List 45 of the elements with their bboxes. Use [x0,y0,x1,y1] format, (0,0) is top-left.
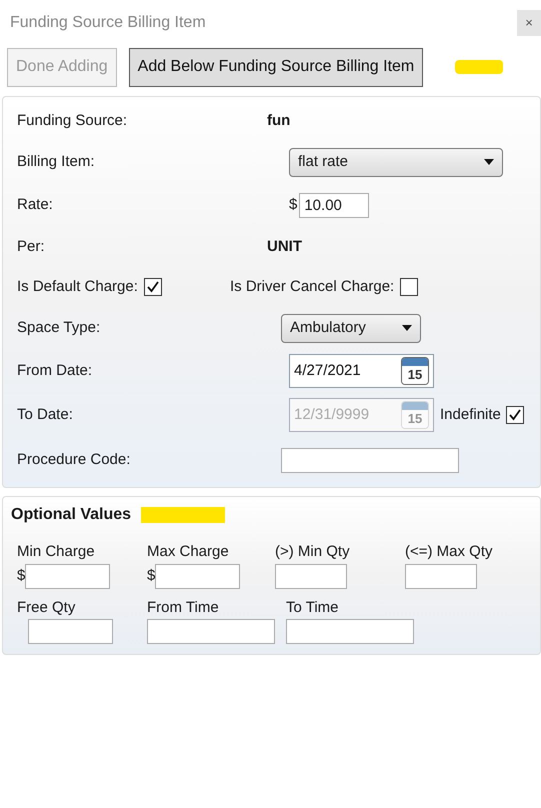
input-field[interactable] [155,564,240,588]
input-field[interactable] [405,564,477,588]
input-field[interactable] [25,564,110,588]
highlight-mark [455,60,504,74]
input-field[interactable] [275,564,347,588]
calendar-icon[interactable]: 15 [401,357,429,385]
field-label: Min Charge [17,542,96,562]
input-field[interactable] [147,619,275,644]
currency-sign: $ [289,194,298,215]
procedure-code-field[interactable] [281,448,459,472]
field-label: Space Type: [17,318,102,338]
field-label: Rate: [17,194,54,215]
field-value: UNIT [267,236,302,257]
field-label: Is Default Charge: [17,276,138,297]
section-title: Optional Values [11,505,132,525]
checkbox[interactable] [144,278,162,296]
checkbox[interactable] [400,278,418,296]
caret-icon [484,159,494,165]
field-label: Max Charge [147,542,230,562]
caret-icon [402,325,412,331]
field-label: To Date: [17,404,74,425]
rate-field[interactable]: 10.00 [299,192,370,218]
field-label: From Date: [17,360,94,381]
field-label: To Time [286,598,340,618]
input-field[interactable] [286,619,414,644]
field-label: (>) Min Qty [275,542,351,562]
currency-sign: $ [147,566,156,586]
field-label: Billing Item: [17,152,96,172]
window-title: Funding Source Billing Item [10,13,206,33]
dropdown[interactable]: Ambulatory [281,314,421,342]
close-button[interactable]: × [517,10,541,36]
field-value: fun [267,110,290,131]
field-label: Procedure Code: [17,450,132,470]
field-label: Per: [17,236,46,257]
field-label: Funding Source: [17,110,128,131]
field-label: Free Qty [17,598,76,618]
input-field[interactable] [28,619,113,644]
add-below-button[interactable]: Add Below Funding Source Billing Item [128,48,424,86]
field-label: Is Driver Cancel Charge: [230,276,394,297]
date-field[interactable]: 4/27/2021 15 [289,354,434,388]
currency-sign: $ [17,566,26,586]
field-label: (<=) Max Qty [405,542,494,562]
dropdown[interactable]: flat rate [289,148,503,176]
field-label: From Time [147,598,220,618]
field-label: Indefinite [440,404,501,425]
